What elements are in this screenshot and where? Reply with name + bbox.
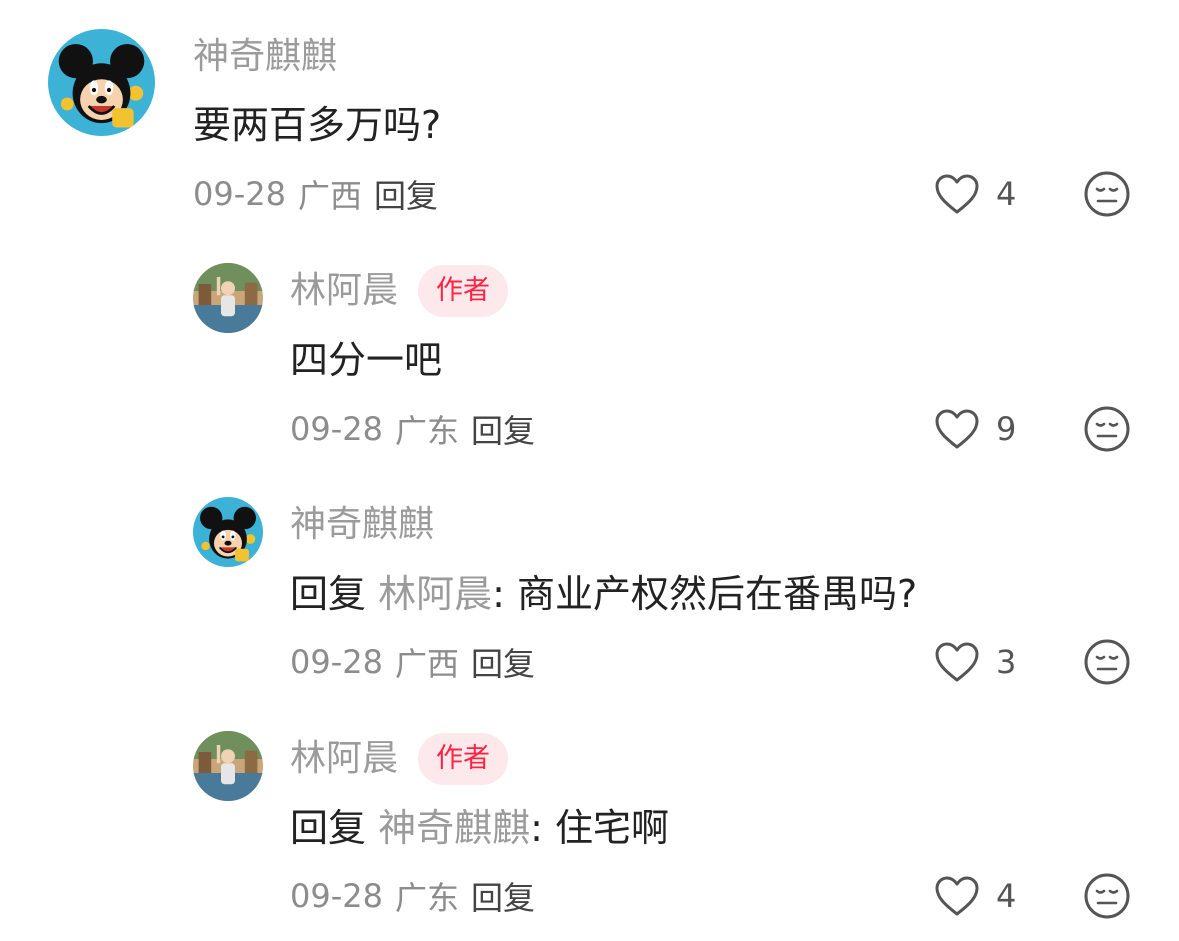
comment-meta: 09-28 广东 回复 bbox=[290, 404, 535, 454]
comment-meta: 09-28 广东 回复 bbox=[290, 871, 535, 921]
comment-thread: { "colors": { "username": "#9b9b9b", "te… bbox=[0, 0, 1179, 941]
heart-icon bbox=[935, 876, 979, 916]
comment-meta: 09-28 广西 回复 bbox=[290, 637, 535, 687]
comment-text[interactable]: 回复 神奇麒麒: 住宅啊 bbox=[290, 798, 669, 858]
neutral-face-icon[interactable] bbox=[1083, 638, 1131, 686]
reply-target-username[interactable]: 神奇麒麒 bbox=[378, 806, 530, 850]
comment-date: 09-28 bbox=[290, 643, 383, 681]
reply-item: 神奇麒麒 回复 林阿晨: 商业产权然后在番禺吗? 09-28 广西 回复 3 bbox=[0, 469, 1179, 699]
comment-text[interactable]: 回复 林阿晨: 商业产权然后在番禺吗? bbox=[290, 564, 917, 624]
like-count: 4 bbox=[996, 175, 1017, 213]
username[interactable]: 神奇麒麒 bbox=[290, 495, 434, 555]
neutral-face-icon[interactable] bbox=[1083, 170, 1131, 218]
reply-button[interactable]: 回复 bbox=[471, 873, 535, 919]
like-count: 4 bbox=[996, 877, 1017, 915]
person-photo-avatar[interactable] bbox=[193, 731, 263, 801]
comment-location: 广西 bbox=[297, 177, 362, 215]
comment-location: 广东 bbox=[394, 879, 459, 917]
reply-target-username[interactable]: 林阿晨 bbox=[378, 572, 492, 616]
comment-header: 神奇麒麒 bbox=[193, 27, 337, 87]
like-count: 3 bbox=[996, 643, 1017, 681]
heart-icon bbox=[935, 642, 979, 682]
comment-item: 神奇麒麒 要两百多万吗? 09-28 广西 回复 4 bbox=[0, 0, 1179, 230]
comment-body: : 住宅啊 bbox=[530, 806, 670, 850]
reply-button[interactable]: 回复 bbox=[471, 406, 535, 452]
comment-body: 要两百多万吗? bbox=[193, 103, 442, 147]
neutral-face-icon[interactable] bbox=[1083, 405, 1131, 453]
like-count: 9 bbox=[996, 410, 1017, 448]
mickey-mouse-avatar[interactable] bbox=[48, 29, 155, 136]
person-photo-avatar[interactable] bbox=[193, 263, 263, 333]
reply-button[interactable]: 回复 bbox=[374, 171, 438, 217]
author-badge: 作者 bbox=[418, 733, 509, 785]
heart-icon bbox=[935, 174, 979, 214]
comment-text[interactable]: 四分一吧 bbox=[290, 330, 442, 390]
comment-date: 09-28 bbox=[193, 175, 286, 213]
mickey-mouse-avatar[interactable] bbox=[193, 497, 263, 567]
reply-prefix: 回复 bbox=[290, 572, 367, 616]
comment-header: 林阿晨 作者 bbox=[290, 729, 509, 789]
neutral-face-icon[interactable] bbox=[1083, 872, 1131, 920]
like-button[interactable]: 4 bbox=[934, 169, 1016, 219]
like-button[interactable]: 4 bbox=[934, 871, 1016, 921]
reply-prefix: 回复 bbox=[290, 806, 367, 850]
username[interactable]: 林阿晨 bbox=[290, 261, 398, 321]
comment-date: 09-28 bbox=[290, 877, 383, 915]
like-button[interactable]: 3 bbox=[934, 637, 1016, 687]
comment-meta: 09-28 广西 回复 bbox=[193, 169, 438, 219]
comment-text[interactable]: 要两百多万吗? bbox=[193, 95, 441, 155]
heart-icon bbox=[935, 409, 979, 449]
reply-item: 林阿晨 作者 回复 神奇麒麒: 住宅啊 09-28 广东 回复 4 bbox=[0, 703, 1179, 933]
reply-item: 林阿晨 作者 四分一吧 09-28 广东 回复 9 bbox=[0, 235, 1179, 465]
comment-header: 林阿晨 作者 bbox=[290, 261, 509, 321]
username[interactable]: 神奇麒麒 bbox=[193, 27, 337, 87]
username[interactable]: 林阿晨 bbox=[290, 729, 398, 789]
comment-date: 09-28 bbox=[290, 410, 383, 448]
reply-button[interactable]: 回复 bbox=[471, 639, 535, 685]
comment-location: 广东 bbox=[394, 412, 459, 450]
comment-location: 广西 bbox=[394, 645, 459, 683]
author-badge: 作者 bbox=[418, 265, 509, 317]
comment-header: 神奇麒麒 bbox=[290, 495, 434, 555]
like-button[interactable]: 9 bbox=[934, 404, 1016, 454]
comment-body: 四分一吧 bbox=[290, 338, 443, 382]
comment-body: : 商业产权然后在番禺吗? bbox=[492, 572, 918, 616]
